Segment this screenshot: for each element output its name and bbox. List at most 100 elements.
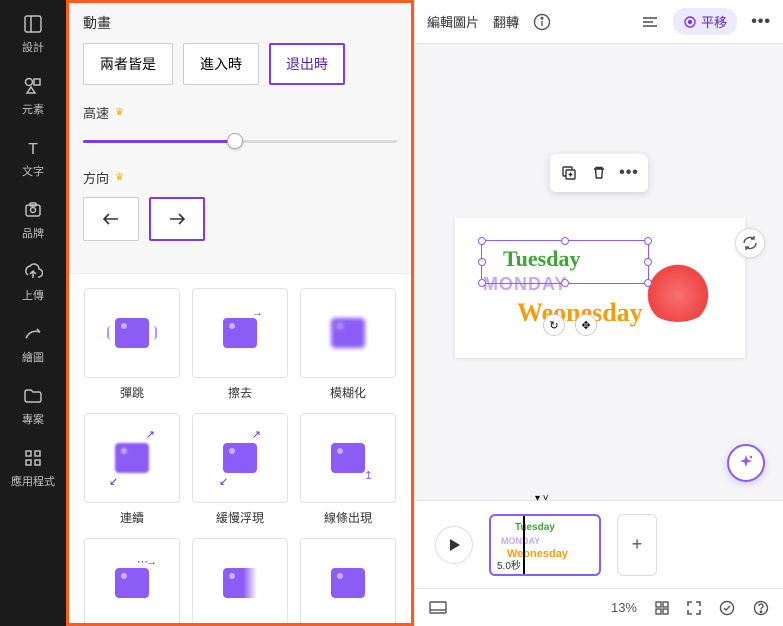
effect-drift[interactable]: ↗↙ 緩慢浮現 bbox=[191, 413, 289, 526]
effect-label: 緩慢浮現 bbox=[216, 509, 264, 526]
edit-image-button[interactable]: 編輯圖片 bbox=[427, 12, 479, 31]
shapes-icon bbox=[22, 75, 44, 97]
sidebar-label: 專案 bbox=[22, 411, 44, 427]
sidebar: 設計 元素 T 文字 品牌 上傳 繪圖 專案 應用程式 bbox=[0, 0, 66, 626]
top-toolbar: 編輯圖片 翻轉 平移 ••• bbox=[415, 0, 783, 44]
resize-handle[interactable] bbox=[561, 279, 569, 287]
sidebar-item-design[interactable]: 設計 bbox=[0, 4, 66, 64]
pencil-icon bbox=[22, 323, 44, 345]
effect-label: 連續 bbox=[120, 509, 144, 526]
resize-handle[interactable] bbox=[478, 279, 486, 287]
animation-settings: 動畫 兩者皆是 進入時 退出時 高速 ♛ 方向 ♛ bbox=[69, 3, 411, 274]
help-icon[interactable] bbox=[753, 600, 769, 616]
sidebar-label: 上傳 bbox=[22, 287, 44, 303]
check-icon[interactable] bbox=[719, 600, 735, 616]
flip-button[interactable]: 翻轉 bbox=[493, 12, 519, 31]
sidebar-label: 文字 bbox=[22, 163, 44, 179]
effect-extra-2[interactable] bbox=[191, 538, 289, 623]
resize-handle[interactable] bbox=[478, 237, 486, 245]
speed-slider[interactable] bbox=[83, 132, 397, 150]
timeline-marker[interactable]: ▾ ˅ bbox=[535, 493, 549, 504]
effect-label: 線條出現 bbox=[324, 509, 372, 526]
selection-box bbox=[481, 240, 649, 284]
sidebar-item-upload[interactable]: 上傳 bbox=[0, 252, 66, 312]
position-icon[interactable] bbox=[641, 15, 659, 29]
sidebar-item-projects[interactable]: 專案 bbox=[0, 376, 66, 436]
speed-label: 高速 ♛ bbox=[83, 103, 397, 122]
selected-element[interactable]: Tuesday MONDAY Weonesday bbox=[455, 218, 745, 358]
resize-handle[interactable] bbox=[478, 258, 486, 266]
layout-icon bbox=[22, 13, 44, 35]
sidebar-item-text[interactable]: T 文字 bbox=[0, 128, 66, 188]
rotate-handle[interactable]: ↻ bbox=[543, 314, 565, 336]
sidebar-item-brand[interactable]: 品牌 bbox=[0, 190, 66, 250]
animation-effects-grid: 彈跳 → 擦去 模糊化 ↗↙ 連續 ↗↙ 緩慢浮現 ↥ 線條出現 ⋯→ bbox=[69, 274, 411, 623]
upload-icon bbox=[22, 261, 44, 283]
sidebar-label: 設計 bbox=[22, 39, 44, 55]
timeline: ▾ ˅ Tuesday MONDAY Weonesday 5.0秒 + bbox=[415, 500, 783, 588]
trash-icon[interactable] bbox=[586, 160, 612, 186]
text-icon: T bbox=[22, 137, 44, 159]
effect-wipe[interactable]: → 擦去 bbox=[191, 288, 289, 401]
resize-handle[interactable] bbox=[644, 237, 652, 245]
resize-handle[interactable] bbox=[561, 237, 569, 245]
effect-blur[interactable]: 模糊化 bbox=[299, 288, 397, 401]
move-handle[interactable]: ✥ bbox=[575, 314, 597, 336]
duration-label: 5.0秒 bbox=[495, 557, 523, 572]
effect-continuous[interactable]: ↗↙ 連續 bbox=[83, 413, 181, 526]
play-button[interactable] bbox=[435, 526, 473, 564]
timeline-page-thumb[interactable]: Tuesday MONDAY Weonesday 5.0秒 bbox=[489, 514, 601, 576]
grid-view-icon[interactable] bbox=[655, 601, 669, 615]
svg-text:T: T bbox=[28, 141, 38, 158]
direction-row bbox=[83, 197, 397, 241]
arrow-right-icon bbox=[168, 212, 186, 226]
zoom-label[interactable]: 13% bbox=[611, 600, 637, 615]
folder-icon bbox=[22, 385, 44, 407]
effect-extra-1[interactable]: ⋯→ bbox=[83, 538, 181, 623]
crown-icon: ♛ bbox=[115, 172, 124, 183]
slider-thumb[interactable] bbox=[227, 133, 243, 149]
effect-line-appear[interactable]: ↥ 線條出現 bbox=[299, 413, 397, 526]
sidebar-item-elements[interactable]: 元素 bbox=[0, 66, 66, 126]
more-icon[interactable]: ••• bbox=[616, 160, 642, 186]
direction-label: 方向 ♛ bbox=[83, 168, 397, 187]
brand-icon bbox=[22, 199, 44, 221]
grid-icon bbox=[22, 447, 44, 469]
animation-panel: 動畫 兩者皆是 進入時 退出時 高速 ♛ 方向 ♛ bbox=[66, 0, 414, 626]
more-icon[interactable]: ••• bbox=[751, 13, 771, 31]
arrow-left-icon bbox=[102, 212, 120, 226]
effect-extra-3[interactable] bbox=[299, 538, 397, 623]
cycle-button[interactable] bbox=[735, 228, 765, 258]
panel-title: 動畫 bbox=[83, 13, 397, 33]
crown-icon: ♛ bbox=[115, 107, 124, 118]
timing-both-button[interactable]: 兩者皆是 bbox=[83, 43, 173, 85]
add-page-button[interactable]: + bbox=[617, 514, 657, 576]
resize-handle[interactable] bbox=[644, 258, 652, 266]
crab-image bbox=[641, 262, 715, 322]
timing-row: 兩者皆是 進入時 退出時 bbox=[83, 43, 397, 85]
notes-icon[interactable] bbox=[429, 601, 447, 615]
effect-label: 模糊化 bbox=[330, 384, 366, 401]
sidebar-item-draw[interactable]: 繪圖 bbox=[0, 314, 66, 374]
sidebar-label: 繪圖 bbox=[22, 349, 44, 365]
duplicate-icon[interactable] bbox=[556, 160, 582, 186]
sidebar-item-apps[interactable]: 應用程式 bbox=[0, 438, 66, 498]
resize-handle[interactable] bbox=[644, 279, 652, 287]
direction-left-button[interactable] bbox=[83, 197, 139, 241]
sidebar-label: 元素 bbox=[22, 101, 44, 117]
timing-exit-button[interactable]: 退出時 bbox=[269, 43, 345, 85]
sidebar-label: 品牌 bbox=[22, 225, 44, 241]
ai-sparkle-button[interactable] bbox=[727, 444, 765, 482]
timing-enter-button[interactable]: 進入時 bbox=[183, 43, 259, 85]
info-icon[interactable] bbox=[533, 13, 551, 31]
canvas-area: 編輯圖片 翻轉 平移 ••• ••• Tuesday MONDAY Weones… bbox=[414, 0, 783, 626]
direction-right-button[interactable] bbox=[149, 197, 205, 241]
fullscreen-icon[interactable] bbox=[687, 601, 701, 615]
effect-bounce[interactable]: 彈跳 bbox=[83, 288, 181, 401]
pan-icon bbox=[683, 15, 697, 29]
canvas[interactable]: ••• Tuesday MONDAY Weonesday ↻ ✥ bbox=[415, 44, 783, 500]
pan-button[interactable]: 平移 bbox=[673, 8, 737, 35]
playhead[interactable] bbox=[523, 516, 525, 574]
element-context-toolbar: ••• bbox=[550, 154, 648, 192]
sidebar-label: 應用程式 bbox=[11, 473, 55, 489]
